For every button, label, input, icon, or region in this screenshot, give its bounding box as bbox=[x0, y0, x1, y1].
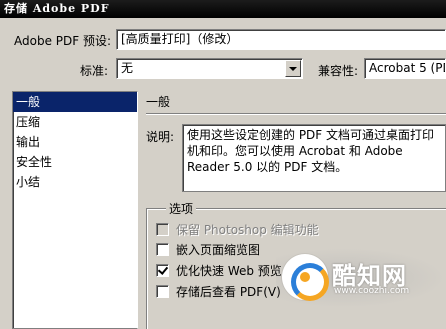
preset-value: [高质量打印]（修改） bbox=[121, 32, 239, 46]
section-divider bbox=[146, 113, 446, 115]
standard-value: 无 bbox=[121, 61, 134, 75]
checkbox-box[interactable] bbox=[156, 242, 169, 256]
section-title: 一般 bbox=[146, 95, 171, 109]
sidebar-item-compression[interactable]: 压缩 bbox=[13, 112, 137, 132]
watermark: 酷知网 www.coozhi.com bbox=[276, 248, 446, 308]
sidebar-item-summary[interactable]: 小结 bbox=[13, 172, 137, 192]
description-label: 说明: bbox=[146, 130, 175, 144]
preset-label: Adobe PDF 预设: bbox=[14, 34, 112, 48]
view-after-save-checkbox[interactable]: 存储后查看 PDF(V) bbox=[156, 283, 281, 299]
standard-label: 标准: bbox=[80, 64, 109, 78]
description-text: 使用这些设定创建的 PDF 文档可通过桌面打印机和印。您可以使用 Acrobat… bbox=[182, 124, 446, 192]
checkbox-box[interactable] bbox=[156, 284, 169, 298]
compat-label: 兼容性: bbox=[318, 64, 359, 78]
checkbox-label: 优化快速 Web 预览 bbox=[176, 263, 282, 278]
sidebar-item-security[interactable]: 安全性 bbox=[13, 152, 137, 172]
compat-value: Acrobat 5 (PD bbox=[369, 61, 446, 75]
watermark-url: www.coozhi.com bbox=[334, 286, 410, 296]
checkbox-label: 嵌入页面缩览图 bbox=[176, 242, 261, 257]
compat-select[interactable]: Acrobat 5 (PD bbox=[364, 58, 446, 79]
checkbox-label: 存储后查看 PDF(V) bbox=[176, 284, 281, 299]
sidebar-list: 一般 压缩 输出 安全性 小结 bbox=[12, 91, 138, 329]
embed-thumbnails-checkbox[interactable]: 嵌入页面缩览图 bbox=[156, 241, 260, 257]
preset-select[interactable]: [高质量打印]（修改） bbox=[116, 29, 446, 50]
preserve-photoshop-checkbox[interactable]: 保留 Photoshop 编辑功能 bbox=[156, 221, 319, 237]
sidebar-item-output[interactable]: 输出 bbox=[13, 132, 137, 152]
standard-select[interactable]: 无 bbox=[116, 58, 303, 79]
checkbox-box[interactable] bbox=[156, 263, 169, 277]
checkbox-box[interactable] bbox=[156, 222, 169, 236]
window-title: 存储 Adobe PDF bbox=[0, 0, 446, 18]
sidebar-item-general[interactable]: 一般 bbox=[13, 92, 137, 112]
coozhi-logo-icon bbox=[282, 254, 329, 301]
checkbox-label: 保留 Photoshop 编辑功能 bbox=[176, 222, 319, 237]
chevron-down-icon[interactable] bbox=[285, 60, 301, 77]
optimize-web-checkbox[interactable]: 优化快速 Web 预览 bbox=[156, 262, 282, 278]
options-group-title: 选项 bbox=[166, 200, 197, 217]
